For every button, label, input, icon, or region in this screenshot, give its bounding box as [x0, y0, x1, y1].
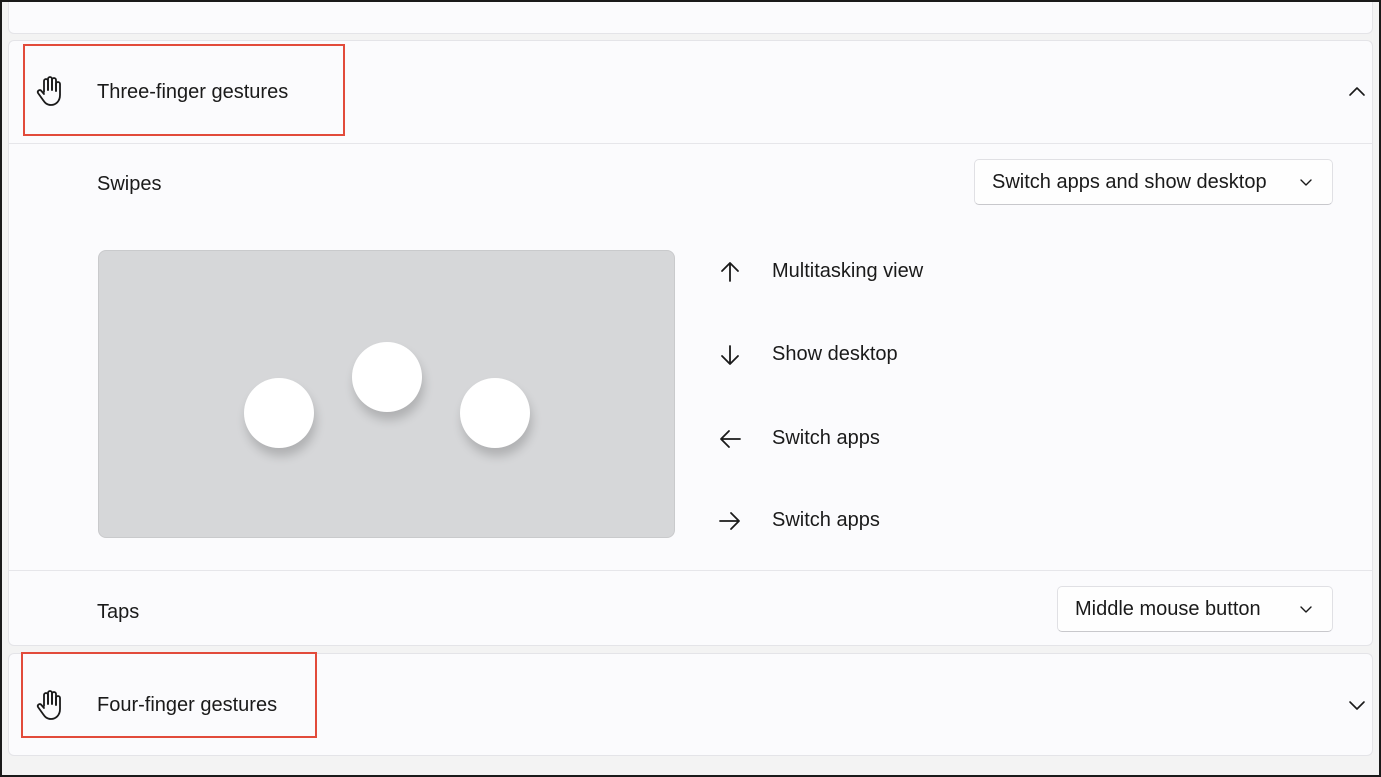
swipes-dropdown-value: Switch apps and show desktop [992, 170, 1267, 193]
chevron-up-icon[interactable] [1346, 81, 1368, 103]
arrow-up-icon [721, 262, 739, 282]
swipes-dropdown[interactable]: Switch apps and show desktop [974, 159, 1333, 205]
arrow-left-icon [720, 430, 741, 448]
arrow-right-icon [719, 512, 740, 530]
touchpad-illustration [98, 250, 675, 538]
chevron-down-icon [1300, 606, 1312, 613]
chevron-down-icon[interactable] [1346, 694, 1368, 716]
taps-label: Taps [97, 601, 140, 623]
three-finger-gestures-card: Three-finger gestures Swipes Switch apps… [8, 40, 1373, 646]
finger-left [244, 378, 314, 448]
taps-dropdown-value: Middle mouse button [1075, 597, 1261, 620]
gesture-label: Switch apps [772, 509, 880, 531]
three-finger-gestures-header[interactable]: Three-finger gestures [9, 41, 1372, 144]
three-finger-gestures-title: Three-finger gestures [97, 81, 289, 103]
hand-icon [36, 690, 61, 720]
four-finger-gestures-header[interactable]: Four-finger gestures [9, 654, 1372, 757]
arrow-down-icon [721, 345, 739, 365]
taps-divider [9, 570, 1372, 571]
gesture-label: Multitasking view [772, 260, 924, 282]
hand-icon [36, 76, 61, 106]
taps-dropdown[interactable]: Middle mouse button [1057, 586, 1333, 632]
four-finger-gestures-card: Four-finger gestures [8, 653, 1373, 756]
gesture-label: Switch apps [772, 427, 880, 449]
chevron-down-icon [1300, 179, 1312, 186]
previous-settings-card [8, 0, 1373, 34]
finger-right [460, 378, 530, 448]
finger-middle [352, 342, 422, 412]
four-finger-gestures-title: Four-finger gestures [97, 694, 278, 716]
swipes-label: Swipes [97, 173, 162, 195]
gesture-label: Show desktop [772, 343, 898, 365]
